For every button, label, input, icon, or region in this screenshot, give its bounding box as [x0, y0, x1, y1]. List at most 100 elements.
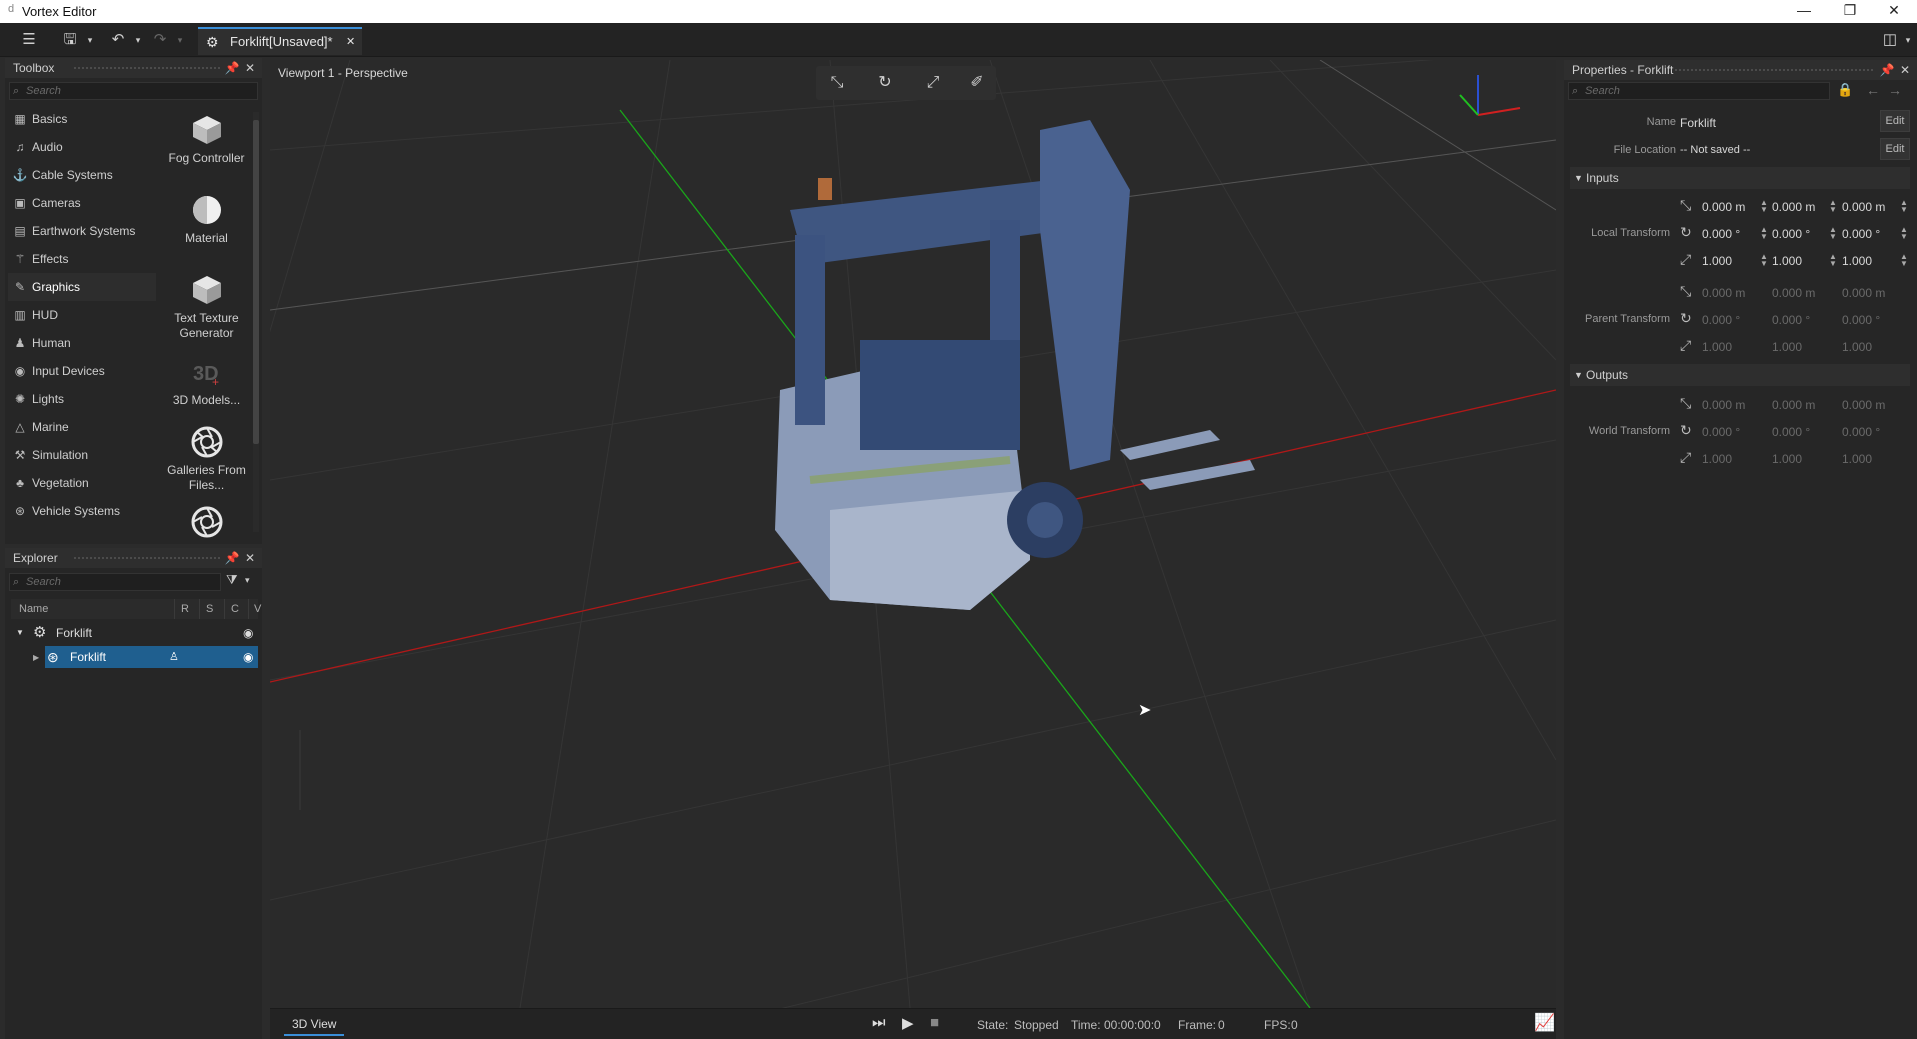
toolbox-scrollbar[interactable]	[253, 112, 259, 532]
spinner-icon[interactable]: ▲ ▼	[1829, 226, 1837, 241]
minimize-button[interactable]: —	[1781, 0, 1827, 23]
name-value[interactable]: Forklift	[1680, 116, 1716, 130]
category-audio[interactable]: ♫ Audio	[8, 133, 156, 161]
spinner-icon[interactable]: ▲ ▼	[1829, 199, 1837, 214]
category-hud[interactable]: ▥ HUD	[8, 301, 156, 329]
category-effects[interactable]: ⚚ Effects	[8, 245, 156, 273]
category-marine[interactable]: △ Marine	[8, 413, 156, 441]
brush-icon: ✎	[14, 280, 26, 294]
close-window-button[interactable]: ✕	[1871, 0, 1917, 23]
layout-dropdown-icon[interactable]: ▾	[1902, 29, 1914, 51]
spinner-icon[interactable]: ▲ ▼	[1760, 199, 1768, 214]
expand-arrow-icon[interactable]: ▼	[16, 622, 24, 644]
properties-search-input[interactable]: ⌕ Search	[1568, 82, 1830, 100]
world-transform-label: World Transform	[1588, 425, 1670, 437]
tree-row[interactable]: ▼ ⚙ Forklift ◉	[11, 622, 258, 644]
human-icon: ♟	[14, 336, 26, 350]
toolbox-item-fog-controller[interactable]: Fog Controller	[156, 113, 257, 166]
scrollbar-thumb[interactable]	[253, 120, 259, 444]
undo-icon[interactable]: ↶	[108, 29, 128, 51]
outputs-section-header[interactable]: ▼ Outputs	[1570, 364, 1910, 386]
restore-button[interactable]: ❐	[1827, 0, 1873, 23]
aperture-icon: ⊛	[47, 649, 59, 665]
visibility-eye-icon[interactable]: ◉	[243, 646, 253, 668]
pin-icon[interactable]: 📌	[224, 58, 240, 78]
parent-transform-label: Parent Transform	[1585, 313, 1670, 325]
spinner-icon[interactable]: ▲ ▼	[1760, 253, 1768, 268]
edit-name-button[interactable]: Edit	[1880, 110, 1910, 132]
camera-icon: ▣	[14, 196, 26, 210]
svg-text:+: +	[212, 375, 219, 389]
spinner-icon[interactable]: ▲ ▼	[1760, 226, 1768, 241]
step-icon[interactable]: ⏭	[872, 1014, 886, 1031]
category-human[interactable]: ♟ Human	[8, 329, 156, 357]
layout-icon[interactable]: ◫	[1880, 29, 1900, 51]
ruler-icon[interactable]: ✐	[964, 72, 990, 94]
column-v[interactable]: V	[248, 599, 261, 619]
column-s[interactable]: S	[199, 599, 213, 619]
status-bar: 3D View ⏭ ▶ ■ State: Stopped Time: 00:00…	[270, 1008, 1556, 1039]
lock-icon[interactable]: 🔒	[1837, 82, 1853, 98]
back-arrow-icon[interactable]: ←	[1866, 82, 1880, 98]
close-panel-icon[interactable]: ✕	[1897, 60, 1913, 80]
category-earthwork-systems[interactable]: ▤ Earthwork Systems	[8, 217, 156, 245]
spinner-icon[interactable]: ▲ ▼	[1900, 253, 1908, 268]
undo-dropdown-icon[interactable]: ▾	[132, 29, 144, 51]
save-icon[interactable]: 🖫	[60, 29, 80, 51]
viewport-3d[interactable]: Viewport 1 - Perspective ⤡ ↻ ⤢ ✐ ➤	[270, 60, 1556, 1008]
category-basics[interactable]: ▦ Basics	[8, 105, 156, 133]
toolbox-item-galleries-from-files[interactable]: Galleries From Files...	[156, 425, 257, 493]
inputs-section-header[interactable]: ▼ Inputs	[1570, 167, 1910, 189]
stop-icon[interactable]: ■	[930, 1014, 939, 1031]
scene-canvas[interactable]	[270, 60, 1556, 1008]
explorer-search-input[interactable]: ⌕ Search	[9, 573, 221, 591]
category-vehicle-systems[interactable]: ⊛ Vehicle Systems	[8, 497, 156, 525]
pin-icon[interactable]: 📌	[1879, 60, 1895, 80]
category-simulation[interactable]: ⚒ Simulation	[8, 441, 156, 469]
toolbox-item-material[interactable]: Material	[156, 193, 257, 246]
scale-icon[interactable]: ⤢	[920, 72, 946, 94]
move-icon[interactable]: ⤡	[824, 72, 850, 94]
toolbox-item-text-texture-generator[interactable]: Text Texture Generator	[156, 273, 257, 341]
visibility-eye-icon[interactable]: ◉	[243, 622, 253, 644]
spinner-icon[interactable]: ▲ ▼	[1829, 253, 1837, 268]
chart-icon[interactable]: 📈	[1534, 1013, 1555, 1033]
category-vegetation[interactable]: ♣ Vegetation	[8, 469, 156, 497]
vegetation-icon: ♣	[16, 476, 24, 490]
column-r[interactable]: R	[174, 599, 189, 619]
reference-user-icon[interactable]: ♙	[169, 646, 179, 668]
document-tab[interactable]: ⚙ Forklift[Unsaved]* ✕	[198, 27, 362, 55]
redo-dropdown-icon[interactable]: ▾	[174, 29, 186, 51]
category-graphics[interactable]: ✎ Graphics	[8, 273, 156, 301]
category-input-devices[interactable]: ◉ Input Devices	[8, 357, 156, 385]
spinner-icon[interactable]: ▲ ▼	[1900, 199, 1908, 214]
redo-icon[interactable]: ↷	[150, 29, 170, 51]
column-name[interactable]: Name	[19, 599, 48, 619]
close-tab-icon[interactable]: ✕	[346, 29, 355, 55]
filter-icon[interactable]: ⧩	[226, 572, 238, 588]
tab-3d-view[interactable]: 3D View	[284, 1013, 345, 1036]
toolbox-search-input[interactable]: ⌕ Search	[9, 82, 258, 100]
forward-arrow-icon[interactable]: →	[1888, 82, 1902, 98]
category-lights[interactable]: ✺ Lights	[8, 385, 156, 413]
filter-dropdown-icon[interactable]: ▾	[245, 575, 250, 586]
category-cameras[interactable]: ▣ Cameras	[8, 189, 156, 217]
hamburger-menu-icon[interactable]: ☰	[16, 29, 42, 51]
spinner-icon[interactable]: ▲ ▼	[1900, 226, 1908, 241]
earthwork-icon: ▤	[14, 224, 26, 238]
category-cable-systems[interactable]: ⚓ Cable Systems	[8, 161, 156, 189]
cube-icon	[192, 276, 221, 304]
pin-icon[interactable]: 📌	[224, 548, 240, 568]
edit-file-location-button[interactable]: Edit	[1880, 138, 1910, 160]
toolbox-item-3d-models[interactable]: 3D + 3D Models...	[156, 355, 257, 408]
toolbox-item-more[interactable]	[156, 505, 257, 543]
column-c[interactable]: C	[224, 599, 239, 619]
rotate-icon[interactable]: ↻	[872, 72, 898, 94]
tree-row-selected[interactable]: ⊛ Forklift ♙ ◉	[45, 646, 258, 668]
save-dropdown-icon[interactable]: ▾	[84, 29, 96, 51]
forklift-model[interactable]	[775, 120, 1255, 610]
expand-arrow-icon[interactable]: ▶	[33, 653, 39, 662]
play-icon[interactable]: ▶	[902, 1014, 914, 1032]
close-panel-icon[interactable]: ✕	[242, 548, 258, 568]
close-panel-icon[interactable]: ✕	[242, 58, 258, 78]
